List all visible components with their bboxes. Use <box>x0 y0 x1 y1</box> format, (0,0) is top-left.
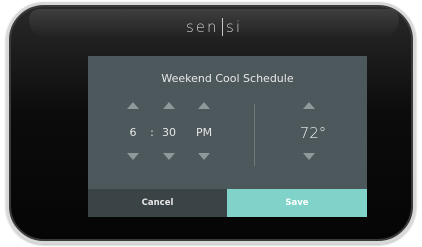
schedule-title: Weekend Cool Schedule <box>161 72 294 85</box>
brand-logo: sen si <box>185 18 243 36</box>
hour-down-arrow-icon[interactable] <box>127 153 139 160</box>
save-button[interactable]: Save <box>227 189 367 217</box>
minute-down-arrow-icon[interactable] <box>163 153 175 160</box>
cancel-button[interactable]: Cancel <box>88 189 227 217</box>
thermostat-device: sen si Weekend Cool Schedule 6 : 30 PM 72… <box>6 2 416 244</box>
temp-down-arrow-icon[interactable] <box>303 153 315 160</box>
column-divider <box>254 104 255 166</box>
temperature-value: 72° <box>299 124 327 142</box>
hour-value: 6 <box>129 126 137 139</box>
temp-up-arrow-icon[interactable] <box>303 102 315 109</box>
thermostat-screen: Weekend Cool Schedule 6 : 30 PM 72° Canc… <box>88 56 367 217</box>
brand-divider <box>221 18 224 36</box>
period-down-arrow-icon[interactable] <box>198 153 210 160</box>
minute-value: 30 <box>162 126 176 139</box>
hour-up-arrow-icon[interactable] <box>127 102 139 109</box>
minute-up-arrow-icon[interactable] <box>163 102 175 109</box>
period-value: PM <box>195 126 213 139</box>
period-up-arrow-icon[interactable] <box>198 102 210 109</box>
